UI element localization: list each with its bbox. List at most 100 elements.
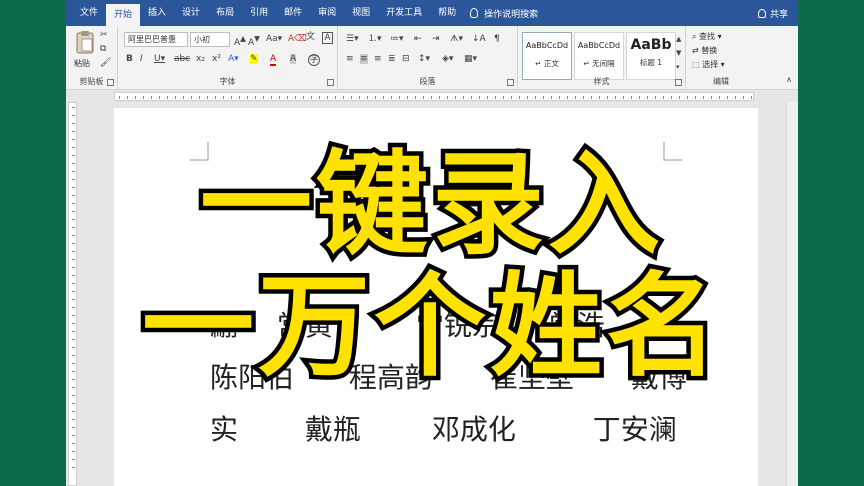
paragraph-launcher[interactable] xyxy=(507,79,514,86)
borders-icon[interactable]: ▦▾ xyxy=(464,54,477,64)
shrink-font-icon[interactable]: A▼ xyxy=(248,34,260,48)
char-shading-icon[interactable]: A xyxy=(290,54,297,64)
ruler-tick xyxy=(719,96,720,99)
share-button[interactable]: 共享 xyxy=(757,7,798,20)
horizontal-ruler[interactable] xyxy=(114,92,754,101)
chinese-layout-icon[interactable]: ᗑ▾ xyxy=(450,34,463,44)
underline-icon[interactable]: U▾ xyxy=(154,54,165,64)
tab-insert[interactable]: 插入 xyxy=(140,0,174,26)
strikethrough-icon[interactable]: abc xyxy=(174,54,190,64)
format-painter-icon[interactable]: 🖌 xyxy=(100,58,111,68)
clear-formatting-icon[interactable]: A⌫ xyxy=(288,34,307,44)
change-case-icon[interactable]: Aa▾ xyxy=(266,34,282,44)
tab-developer[interactable]: 开发工具 xyxy=(378,0,430,26)
overlay-title-line-2: 一万个姓名 xyxy=(138,258,723,397)
replace-button[interactable]: ⇄ 替换 xyxy=(692,45,717,56)
editing-group: ⌕ 查找 ▾ ⇄ 替换 ⬚ 选择 ▾ 编辑 xyxy=(686,26,756,90)
text-effects-icon[interactable]: A▾ xyxy=(228,54,239,64)
italic-icon[interactable]: I xyxy=(140,54,143,64)
multilevel-list-icon[interactable]: ≔▾ xyxy=(390,34,404,44)
distributed-icon[interactable]: ⊟ xyxy=(402,54,410,64)
ruler-tick xyxy=(72,451,75,452)
font-name-select[interactable]: 阿里巴巴普惠 xyxy=(124,32,188,47)
cut-icon[interactable]: ✂ xyxy=(100,30,108,40)
justify-icon[interactable]: ≣ xyxy=(388,54,396,64)
align-center-icon[interactable]: ≡ xyxy=(360,54,368,64)
tab-design[interactable]: 设计 xyxy=(174,0,208,26)
ruler-tick xyxy=(407,96,408,99)
clipboard-launcher[interactable] xyxy=(107,79,114,86)
lightbulb-icon xyxy=(470,8,479,18)
style-heading-1[interactable]: AaBb 标题 1 xyxy=(626,32,676,80)
bold-icon[interactable]: B xyxy=(126,54,133,64)
ruler-tick xyxy=(551,96,552,99)
tab-file[interactable]: 文件 xyxy=(72,0,106,26)
ruler-tick xyxy=(647,96,648,99)
tab-references[interactable]: 引用 xyxy=(242,0,276,26)
subscript-icon[interactable]: x₂ xyxy=(196,54,205,64)
bullets-icon[interactable]: ☰▾ xyxy=(346,34,359,44)
tab-home[interactable]: 开始 xyxy=(106,4,141,26)
tab-review[interactable]: 审阅 xyxy=(310,0,344,26)
ruler-tick xyxy=(335,96,336,99)
paste-button[interactable]: 粘贴 xyxy=(74,30,96,70)
ruler-tick xyxy=(247,96,248,99)
shading-icon[interactable]: ◈▾ xyxy=(442,54,453,64)
ruler-tick xyxy=(343,96,344,99)
ruler-tick xyxy=(183,96,184,99)
ruler-tick xyxy=(375,96,376,99)
ribbon-home: 粘贴 ✂ ⧉ 🖌 剪贴板 阿里巴巴普惠 小初 A▲ A▼ Aa▾ A⌫ 文 A … xyxy=(66,26,798,90)
char-border-icon[interactable]: A xyxy=(322,32,333,44)
tab-mailings[interactable]: 邮件 xyxy=(276,0,310,26)
highlight-color-icon[interactable]: ✎ xyxy=(250,54,258,64)
name-cell: 实 xyxy=(210,413,239,446)
align-left-icon[interactable]: ≡ xyxy=(346,54,354,64)
show-marks-icon[interactable]: ¶ xyxy=(494,34,500,44)
style-normal-name: ↵ 正文 xyxy=(535,59,559,68)
style-normal[interactable]: AaBbCcDd ↵ 正文 xyxy=(522,32,572,80)
styles-launcher[interactable] xyxy=(675,79,682,86)
ruler-tick xyxy=(503,96,504,99)
style-no-spacing[interactable]: AaBbCcDd ↵ 无间隔 xyxy=(574,32,624,80)
ruler-tick xyxy=(143,96,144,99)
style-normal-sample: AaBbCcDd xyxy=(525,41,569,50)
tell-me-label: 操作说明搜索 xyxy=(484,9,539,20)
select-button[interactable]: ⬚ 选择 ▾ xyxy=(692,59,725,70)
ruler-tick xyxy=(471,96,472,99)
share-label: 共享 xyxy=(769,9,788,20)
find-button[interactable]: ⌕ 查找 ▾ xyxy=(692,31,722,42)
grow-font-icon[interactable]: A▲ xyxy=(234,34,246,48)
ruler-row xyxy=(66,90,798,102)
decrease-indent-icon[interactable]: ⇤ xyxy=(414,34,422,44)
collapse-ribbon-icon[interactable]: ∧ xyxy=(786,75,792,85)
numbering-icon[interactable]: ⒈▾ xyxy=(368,34,382,44)
increase-indent-icon[interactable]: ⇥ xyxy=(432,34,440,44)
font-size-select[interactable]: 小初 xyxy=(190,32,230,47)
sort-icon[interactable]: ↓A xyxy=(472,34,486,44)
ruler-tick xyxy=(72,435,75,436)
copy-icon[interactable]: ⧉ xyxy=(100,44,106,54)
ruler-tick xyxy=(431,96,432,99)
tab-view[interactable]: 视图 xyxy=(344,0,378,26)
tab-layout[interactable]: 布局 xyxy=(208,0,242,26)
replace-label: 替换 xyxy=(701,46,718,55)
ruler-tick xyxy=(159,96,160,99)
paragraph-group: ☰▾ ⒈▾ ≔▾ ⇤ ⇥ ᗑ▾ ↓A ¶ ≡ ≡ ≡ ≣ ⊟ ↕▾ ◈▾ ▦▾ … xyxy=(338,26,518,90)
superscript-icon[interactable]: x² xyxy=(212,54,221,64)
line-spacing-icon[interactable]: ↕▾ xyxy=(418,54,430,64)
font-color-icon[interactable]: A xyxy=(270,54,277,66)
styles-scroll-down-icon[interactable]: ▼ xyxy=(676,48,681,58)
ruler-tick xyxy=(367,96,368,99)
ruler-tick xyxy=(279,96,280,99)
styles-group: AaBbCcDd ↵ 正文 AaBbCcDd ↵ 无间隔 AaBb 标题 1 ▲… xyxy=(518,26,686,90)
ruler-tick xyxy=(351,96,352,99)
phonetic-guide-icon[interactable]: 文 xyxy=(306,32,315,42)
tab-help[interactable]: 帮助 xyxy=(430,0,464,26)
ruler-tick xyxy=(527,96,528,99)
tell-me-search[interactable]: 操作说明搜索 xyxy=(464,7,538,20)
styles-more-icon[interactable]: ▾ xyxy=(676,62,680,72)
styles-scroll-up-icon[interactable]: ▲ xyxy=(676,34,681,44)
font-launcher[interactable] xyxy=(327,79,334,86)
enclose-char-icon[interactable]: 字 xyxy=(308,54,320,66)
align-right-icon[interactable]: ≡ xyxy=(374,54,382,64)
